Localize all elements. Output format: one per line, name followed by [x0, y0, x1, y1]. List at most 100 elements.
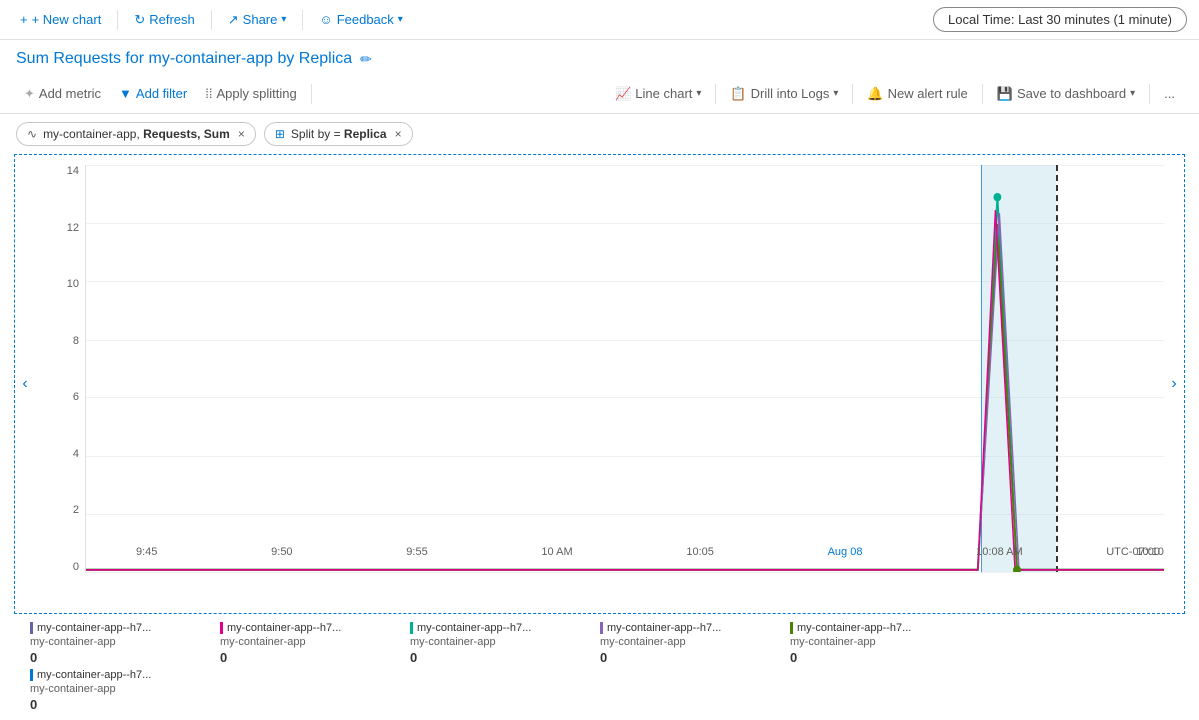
add-filter-label: Add filter	[136, 86, 187, 101]
y-label-10: 10	[67, 278, 79, 290]
share-dropdown-icon: ▾	[281, 14, 286, 25]
add-metric-label: Add metric	[39, 86, 101, 101]
line-chart-label: Line chart	[635, 86, 692, 101]
split-tag-close[interactable]: ×	[395, 127, 402, 141]
x-label-1005: 10:05	[686, 546, 714, 558]
legend-sub-4: my-container-app	[790, 636, 972, 648]
add-filter-button[interactable]: ▼ Add filter	[111, 82, 195, 105]
more-label: ...	[1164, 86, 1175, 101]
alert-icon: 🔔	[867, 86, 883, 102]
title-area: Sum Requests for my-container-app by Rep…	[0, 40, 1199, 74]
legend-name-2: my-container-app--h7...	[410, 622, 590, 634]
plus-icon: +	[20, 12, 28, 27]
y-label-8: 8	[73, 335, 79, 347]
share-button[interactable]: ↗ Share ▾	[220, 8, 295, 32]
x-label-1008am: 10:08 AM	[976, 546, 1022, 558]
save-icon: 💾	[997, 86, 1013, 102]
drill-into-logs-label: Drill into Logs	[751, 86, 830, 101]
x-axis: 9:45 9:50 9:55 10 AM 10:05 Aug 08 10:08 …	[136, 546, 1164, 558]
chart-nav-left-button[interactable]: ‹	[15, 155, 35, 613]
metric-tag-icon: ∿	[27, 127, 37, 141]
new-chart-label: + New chart	[32, 12, 102, 27]
toolbar-right: 📈 Line chart ▾ 📋 Drill into Logs ▾ 🔔 New…	[607, 82, 1183, 106]
split-icon: ⁞⁞	[205, 86, 212, 101]
time-range-label: Local Time: Last 30 minutes (1 minute)	[948, 12, 1172, 27]
apply-splitting-label: Apply splitting	[216, 86, 296, 101]
split-tag-icon: ⊞	[275, 127, 285, 141]
legend-sub-5: my-container-app	[30, 683, 212, 695]
metric-tag: ∿ my-container-app, Requests, Sum ×	[16, 122, 256, 146]
chart-wrapper: ‹ 14 12 10 8 6 4 2 0	[14, 154, 1185, 614]
legend-name-3: my-container-app--h7...	[600, 622, 780, 634]
legend-name-4: my-container-app--h7...	[790, 622, 970, 634]
feedback-label: Feedback	[337, 12, 394, 27]
new-alert-rule-label: New alert rule	[888, 86, 968, 101]
x-label-955: 9:55	[406, 546, 427, 558]
save-dropdown-icon: ▾	[1130, 88, 1135, 99]
apply-splitting-button[interactable]: ⁞⁞ Apply splitting	[197, 82, 304, 105]
legend-sub-3: my-container-app	[600, 636, 782, 648]
toolbar-sep-5	[1149, 84, 1150, 104]
divider-3	[302, 10, 303, 30]
top-bar: + + New chart ↻ Refresh ↗ Share ▾ ☺ Feed…	[0, 0, 1199, 40]
y-axis: 14 12 10 8 6 4 2 0	[35, 165, 85, 573]
legend-val-0: 0	[30, 650, 212, 665]
chart-toolbar: ✦ Add metric ▼ Add filter ⁞⁞ Apply split…	[0, 74, 1199, 114]
legend-val-4: 0	[790, 650, 972, 665]
more-button[interactable]: ...	[1156, 82, 1183, 105]
x-label-945: 9:45	[136, 546, 157, 558]
page-title: Sum Requests for my-container-app by Rep…	[16, 50, 352, 68]
feedback-dropdown-icon: ▾	[398, 14, 403, 25]
line-chart-icon: 📈	[615, 86, 631, 102]
toolbar-sep-4	[982, 84, 983, 104]
share-label: Share	[243, 12, 278, 27]
legend-val-3: 0	[600, 650, 782, 665]
add-metric-button[interactable]: ✦ Add metric	[16, 82, 109, 106]
drill-into-logs-button[interactable]: 📋 Drill into Logs ▾	[722, 82, 846, 106]
split-tag: ⊞ Split by = Replica ×	[264, 122, 413, 146]
divider-2	[211, 10, 212, 30]
legend-val-2: 0	[410, 650, 592, 665]
legend-val-1: 0	[220, 650, 402, 665]
split-tag-label: Split by = Replica	[291, 127, 387, 141]
line-chart-dropdown-icon: ▾	[696, 88, 701, 99]
legend-item-4: my-container-app--h7... my-container-app…	[790, 620, 980, 667]
legend-item-2: my-container-app--h7... my-container-app…	[410, 620, 600, 667]
legend-name-5: my-container-app--h7...	[30, 669, 210, 681]
legend-item-1: my-container-app--h7... my-container-app…	[220, 620, 410, 667]
x-label-950: 9:50	[271, 546, 292, 558]
chart-svg	[86, 165, 1164, 572]
legend-item-5: my-container-app--h7... my-container-app…	[30, 667, 220, 714]
legend-name-1: my-container-app--h7...	[220, 622, 400, 634]
time-range-button[interactable]: Local Time: Last 30 minutes (1 minute)	[933, 7, 1187, 32]
legend-sub-2: my-container-app	[410, 636, 592, 648]
toolbar-sep-1	[311, 84, 312, 104]
divider-1	[117, 10, 118, 30]
edit-icon[interactable]: ✏	[360, 51, 372, 68]
line-chart-button[interactable]: 📈 Line chart ▾	[607, 82, 709, 106]
legend-name-0: my-container-app--h7...	[30, 622, 210, 634]
save-to-dashboard-label: Save to dashboard	[1017, 86, 1126, 101]
share-icon: ↗	[228, 12, 239, 28]
y-label-12: 12	[67, 222, 79, 234]
save-to-dashboard-button[interactable]: 💾 Save to dashboard ▾	[989, 82, 1143, 106]
legend-item-0: my-container-app--h7... my-container-app…	[30, 620, 220, 667]
refresh-label: Refresh	[149, 12, 195, 27]
chart-nav-right-button[interactable]: ›	[1164, 155, 1184, 613]
metric-tag-label: my-container-app, Requests, Sum	[43, 127, 230, 141]
new-alert-rule-button[interactable]: 🔔 New alert rule	[859, 82, 975, 106]
drill-dropdown-icon: ▾	[833, 88, 838, 99]
y-label-4: 4	[73, 448, 79, 460]
toolbar-sep-3	[852, 84, 853, 104]
new-chart-button[interactable]: + + New chart	[12, 8, 109, 31]
feedback-button[interactable]: ☺ Feedback ▾	[311, 8, 410, 31]
sparkle-icon: ✦	[24, 86, 35, 102]
legend-area: my-container-app--h7... my-container-app…	[0, 614, 1199, 720]
metric-tag-close[interactable]: ×	[238, 127, 245, 141]
tags-area: ∿ my-container-app, Requests, Sum × ⊞ Sp…	[0, 114, 1199, 154]
feedback-icon: ☺	[319, 12, 332, 27]
refresh-button[interactable]: ↻ Refresh	[126, 8, 202, 32]
logs-icon: 📋	[730, 86, 746, 102]
chart-plot: 9:45 9:50 9:55 10 AM 10:05 Aug 08 10:08 …	[85, 165, 1164, 573]
filter-icon: ▼	[119, 86, 132, 101]
